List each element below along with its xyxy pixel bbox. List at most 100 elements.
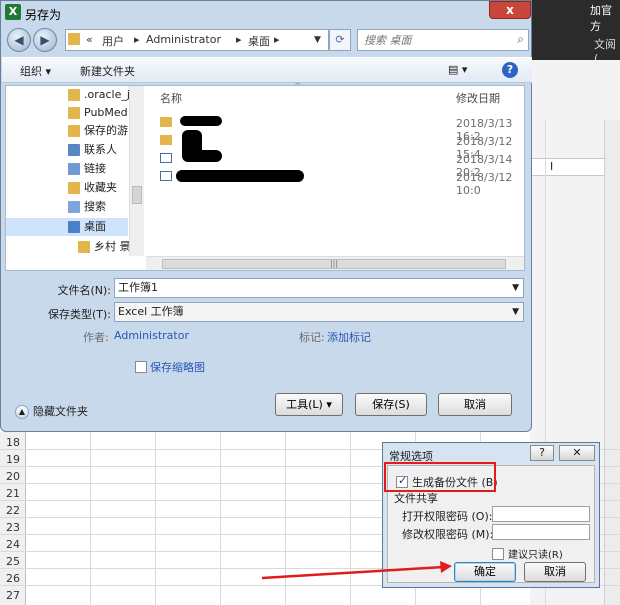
document-icon — [160, 153, 172, 163]
folder-icon — [78, 241, 90, 253]
readonly-label[interactable]: 建议只读(R) — [508, 546, 563, 561]
readonly-checkbox[interactable] — [492, 548, 504, 560]
redaction-mark — [176, 170, 304, 182]
options-help-button[interactable]: ? — [530, 445, 554, 461]
folder-icon — [68, 89, 80, 101]
breadcrumb-administrator[interactable]: Administrator — [146, 33, 221, 46]
excel-logo-icon: X — [5, 4, 21, 20]
close-button[interactable]: x — [489, 1, 531, 19]
row-number[interactable]: 27 — [0, 587, 26, 604]
filename-input[interactable]: 工作簿1 ▼ — [114, 278, 524, 298]
breadcrumb-desktop[interactable]: 桌面 — [248, 33, 270, 49]
file-sharing-section: 文件共享 — [394, 492, 438, 505]
search-folder-icon — [68, 201, 80, 213]
help-icon[interactable]: ? — [502, 62, 518, 78]
column-header-name[interactable]: 名称 — [160, 90, 182, 106]
save-button[interactable]: 保存(S) — [355, 393, 427, 416]
breadcrumb-overflow[interactable]: « — [86, 33, 93, 46]
file-list: 名称 ^ 修改日期 2018/3/13 16:2 2018/3/12 15:4 … — [146, 82, 524, 256]
refresh-icon: ⟳ — [335, 33, 345, 46]
file-browser: .oracle_jr PubMed 保存的游 联系人 链接 收藏夹 搜索 桌面 … — [5, 82, 525, 271]
chevron-down-icon[interactable]: ▼ — [512, 279, 519, 297]
ok-button[interactable]: 确定 — [454, 562, 516, 582]
address-bar[interactable]: « 用户 ▸ Administrator ▸ 桌面 ▸ ▼ — [65, 29, 329, 51]
column-header-date[interactable]: 修改日期 — [456, 90, 500, 106]
navigation-row: ◀ ▶ « 用户 ▸ Administrator ▸ 桌面 ▸ ▼ ⟳ ⌕ — [5, 27, 529, 53]
nav-item[interactable]: PubMed — [6, 104, 128, 122]
dialog-toolbar: 组织 ▾ 新建文件夹 ▤ ▾ ? — [2, 57, 532, 83]
filetype-value: Excel 工作簿 — [118, 305, 184, 318]
text-cursor-icon: I — [550, 160, 554, 173]
dialog-titlebar[interactable]: X 另存为 x — [1, 1, 531, 25]
dialog-title: 另存为 — [25, 8, 62, 22]
redaction-mark — [180, 116, 222, 126]
new-folder-button[interactable]: 新建文件夹 — [80, 63, 135, 79]
breadcrumb-separator[interactable]: ▸ — [134, 33, 140, 46]
options-close-button[interactable]: ✕ — [559, 445, 595, 461]
annotation-highlight-box — [384, 462, 496, 492]
document-icon — [160, 171, 172, 181]
folder-icon — [160, 135, 172, 145]
folder-icon — [160, 117, 172, 127]
filename-value: 工作簿1 — [118, 281, 158, 294]
cancel-button[interactable]: 取消 — [438, 393, 512, 416]
filetype-label: 保存类型(T): — [47, 308, 111, 321]
breadcrumb-users[interactable]: 用户 — [102, 33, 124, 49]
forward-button[interactable]: ▶ — [33, 28, 57, 52]
nav-pane-scrollbar[interactable] — [130, 86, 144, 256]
open-password-label: 打开权限密码 (O): — [402, 510, 493, 523]
author-label: 作者: — [83, 331, 109, 344]
tags-value[interactable]: 添加标记 — [327, 329, 371, 345]
file-list-horizontal-scrollbar[interactable]: ||| — [146, 256, 524, 270]
chevron-up-icon: ▲ — [15, 405, 29, 419]
search-icon: ⌕ — [517, 32, 524, 46]
redaction-mark — [182, 150, 222, 162]
tools-button[interactable]: 工具(L) ▾ — [275, 393, 343, 416]
modify-password-label: 修改权限密码 (M): — [402, 528, 494, 541]
back-button[interactable]: ◀ — [7, 28, 31, 52]
nav-item-desktop[interactable]: 桌面 — [6, 218, 128, 236]
excel-title-fragment: 加官方 — [590, 4, 612, 33]
excel-title-strip: 加官方 文阅( — [530, 0, 620, 65]
chevron-down-icon[interactable]: ▼ — [314, 35, 321, 45]
refresh-button[interactable]: ⟳ — [329, 29, 351, 51]
scroll-thumb[interactable] — [132, 186, 142, 204]
nav-item[interactable]: .oracle_jr — [6, 86, 129, 104]
breadcrumb-separator[interactable]: ▸ — [274, 33, 280, 46]
excel-vertical-scrollbar[interactable] — [604, 120, 620, 605]
row-headers: 18 19 20 21 22 23 24 25 26 27 — [0, 432, 26, 605]
nav-item[interactable]: 收藏夹 — [6, 179, 128, 197]
options-cancel-button[interactable]: 取消 — [524, 562, 586, 582]
thumbnail-label[interactable]: 保存缩略图 — [150, 359, 205, 375]
nav-item[interactable]: 搜索 — [6, 198, 128, 216]
nav-item[interactable]: 保存的游 — [6, 122, 128, 140]
desktop-icon — [68, 221, 80, 233]
folder-icon — [68, 125, 80, 137]
filetype-select[interactable]: Excel 工作簿 ▼ — [114, 302, 524, 322]
tags-label: 标记: — [299, 331, 325, 344]
search-input[interactable] — [362, 31, 502, 49]
chevron-down-icon[interactable]: ▼ — [512, 303, 519, 321]
folder-icon — [68, 107, 80, 119]
filename-label: 文件名(N): — [57, 284, 111, 297]
link-icon — [68, 163, 80, 175]
view-menu[interactable]: ▤ ▾ — [448, 63, 467, 76]
organize-menu[interactable]: 组织 ▾ — [20, 63, 51, 79]
scroll-thumb[interactable]: ||| — [162, 259, 506, 269]
folder-icon — [68, 33, 80, 45]
nav-item[interactable]: 链接 — [6, 160, 128, 178]
save-as-dialog: X 另存为 x ◀ ▶ « 用户 ▸ Administrator ▸ 桌面 ▸ … — [0, 0, 532, 432]
sort-arrow-icon: ^ — [294, 82, 302, 92]
open-password-input[interactable] — [492, 506, 590, 522]
navigation-pane: .oracle_jr PubMed 保存的游 联系人 链接 收藏夹 搜索 桌面 … — [6, 86, 130, 256]
nav-item[interactable]: 乡村 景 — [6, 238, 129, 256]
hide-folders-toggle[interactable]: ▲ 隐藏文件夹 — [15, 403, 88, 419]
contacts-icon — [68, 144, 80, 156]
breadcrumb-separator[interactable]: ▸ — [236, 33, 242, 46]
author-value[interactable]: Administrator — [114, 329, 189, 342]
thumbnail-checkbox[interactable] — [135, 361, 147, 373]
search-box[interactable]: ⌕ — [357, 29, 529, 51]
modify-password-input[interactable] — [492, 524, 590, 540]
nav-item[interactable]: 联系人 — [6, 141, 128, 159]
file-row[interactable]: 2018/3/12 15:4 — [146, 132, 524, 161]
